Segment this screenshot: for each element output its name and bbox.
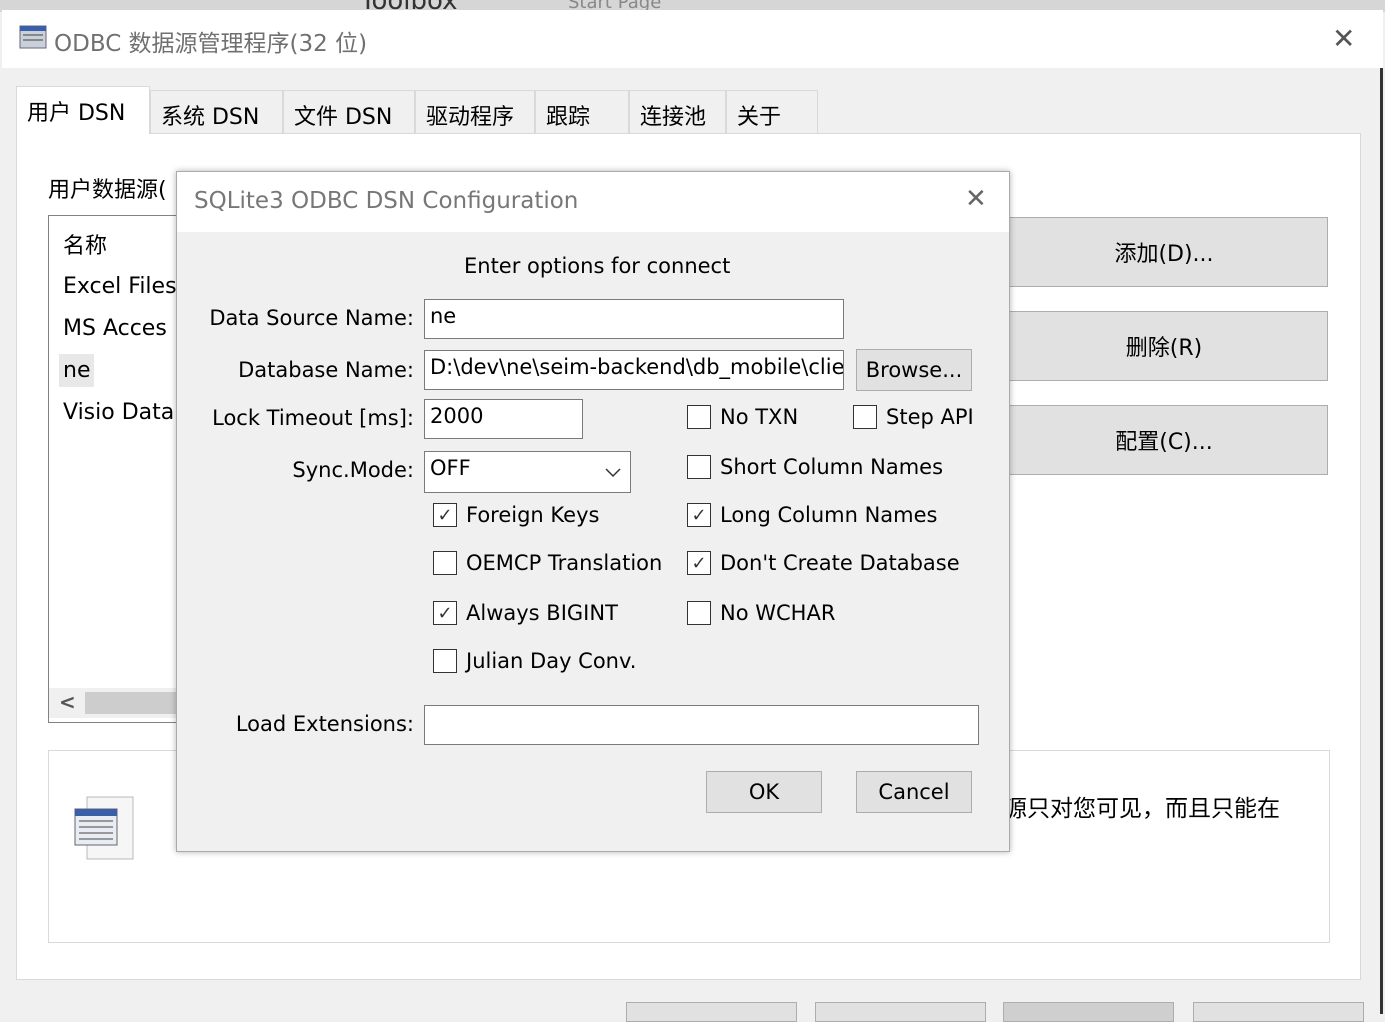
list-header-name[interactable]: 名称 xyxy=(63,228,107,260)
checkbox-label: Always BIGINT xyxy=(466,601,618,625)
dialog-title: SQLite3 ODBC DSN Configuration xyxy=(194,188,579,214)
checkbox-label: Short Column Names xyxy=(720,455,944,479)
list-item[interactable]: Visio Data xyxy=(63,400,174,425)
checkbox-box[interactable] xyxy=(687,601,711,625)
tab-drivers[interactable]: 驱动程序 xyxy=(415,90,535,134)
add-button[interactable]: 添加(D)... xyxy=(1000,217,1328,287)
cancel-button[interactable]: Cancel xyxy=(856,771,972,813)
bottom-button-4[interactable] xyxy=(1193,1002,1364,1022)
dialog-title-bar: SQLite3 ODBC DSN Configuration ✕ xyxy=(177,172,1009,232)
checkmark-icon[interactable]: ✓ xyxy=(433,601,457,625)
list-item[interactable]: Excel Files xyxy=(63,274,177,299)
extensions-input[interactable] xyxy=(424,705,979,745)
checkbox-always-bigint[interactable]: ✓ Always BIGINT xyxy=(433,601,618,625)
checkbox-box[interactable] xyxy=(687,455,711,479)
tab-tracing[interactable]: 跟踪 xyxy=(535,90,629,134)
checkbox-label: Julian Day Conv. xyxy=(466,649,637,673)
app-icon xyxy=(19,25,47,49)
checkbox-label: OEMCP Translation xyxy=(466,551,663,575)
scrollbar-thumb[interactable] xyxy=(85,692,185,714)
checkmark-icon[interactable]: ✓ xyxy=(687,551,711,575)
sync-mode-label: Sync.Mode: xyxy=(292,458,414,482)
checkbox-label: Don't Create Database xyxy=(720,551,960,575)
tab-user-dsn[interactable]: 用户 DSN xyxy=(16,86,150,134)
extensions-label: Load Extensions: xyxy=(235,712,414,736)
database-label: Database Name: xyxy=(238,358,414,382)
dsn-input[interactable]: ne xyxy=(424,299,844,339)
ok-button[interactable]: OK xyxy=(706,771,822,813)
checkmark-icon[interactable]: ✓ xyxy=(687,503,711,527)
timeout-label: Lock Timeout [ms]: xyxy=(212,406,414,430)
checkbox-label: No WCHAR xyxy=(720,601,836,625)
database-input[interactable]: D:\dev\ne\seim-backend\db_mobile\client xyxy=(424,350,844,390)
checkbox-don-t-create-database[interactable]: ✓ Don't Create Database xyxy=(687,551,960,575)
configure-button[interactable]: 配置(C)... xyxy=(1000,405,1328,475)
checkbox-label: No TXN xyxy=(720,405,799,429)
scroll-left-icon[interactable]: < xyxy=(59,690,76,714)
checkbox-no-txn[interactable]: No TXN xyxy=(687,405,798,429)
checkbox-box[interactable] xyxy=(687,405,711,429)
tab-about[interactable]: 关于 xyxy=(726,90,818,134)
checkbox-foreign-keys[interactable]: ✓ Foreign Keys xyxy=(433,503,599,527)
data-source-icon xyxy=(74,796,134,860)
description-text: 源只对您可见，而且只能在 xyxy=(1004,796,1280,822)
dsn-list[interactable]: 名称 Excel Files MS Acces ne Visio Data < xyxy=(48,215,188,723)
checkbox-no-wchar[interactable]: No WCHAR xyxy=(687,601,835,625)
dialog-close-icon[interactable]: ✕ xyxy=(965,184,987,214)
dialog-heading: Enter options for connect xyxy=(464,254,731,278)
checkbox-julian-day-conv[interactable]: Julian Day Conv. xyxy=(433,649,636,673)
horizontal-scrollbar[interactable]: < xyxy=(49,688,187,718)
checkbox-label: Long Column Names xyxy=(720,503,938,527)
remove-button[interactable]: 删除(R) xyxy=(1000,311,1328,381)
checkbox-oemcp-translation[interactable]: OEMCP Translation xyxy=(433,551,662,575)
checkbox-label: Step API xyxy=(886,405,974,429)
checkbox-box[interactable] xyxy=(433,649,457,673)
timeout-input[interactable]: 2000 xyxy=(424,399,583,439)
sqlite-config-dialog: SQLite3 ODBC DSN Configuration ✕ Enter o… xyxy=(176,171,1010,852)
close-icon[interactable]: ✕ xyxy=(1332,22,1355,55)
list-item-selected[interactable]: ne xyxy=(59,354,95,387)
checkbox-step-api[interactable]: Step API xyxy=(853,405,974,429)
checkbox-box[interactable] xyxy=(433,551,457,575)
chevron-down-icon xyxy=(605,468,621,478)
tab-system-dsn[interactable]: 系统 DSN xyxy=(150,90,283,134)
list-label: 用户数据源( xyxy=(48,178,167,203)
checkmark-icon[interactable]: ✓ xyxy=(433,503,457,527)
browse-button[interactable]: Browse... xyxy=(856,349,972,391)
sync-mode-value: OFF xyxy=(430,456,471,480)
list-item[interactable]: MS Acces xyxy=(63,316,167,341)
checkbox-short-column-names[interactable]: Short Column Names xyxy=(687,455,943,479)
window-title: ODBC 数据源管理程序(32 位) xyxy=(54,31,368,57)
bottom-button-3[interactable] xyxy=(1003,1002,1174,1022)
tab-connection-pooling[interactable]: 连接池 xyxy=(629,90,726,134)
tab-file-dsn[interactable]: 文件 DSN xyxy=(283,90,415,134)
checkbox-label: Foreign Keys xyxy=(466,503,600,527)
bottom-button-1[interactable] xyxy=(626,1002,797,1022)
checkbox-long-column-names[interactable]: ✓ Long Column Names xyxy=(687,503,938,527)
sync-mode-select[interactable]: OFF xyxy=(424,451,631,493)
bottom-button-2[interactable] xyxy=(815,1002,986,1022)
checkbox-box[interactable] xyxy=(853,405,877,429)
title-bar: ODBC 数据源管理程序(32 位) ✕ xyxy=(2,10,1383,68)
dsn-label: Data Source Name: xyxy=(209,306,414,330)
